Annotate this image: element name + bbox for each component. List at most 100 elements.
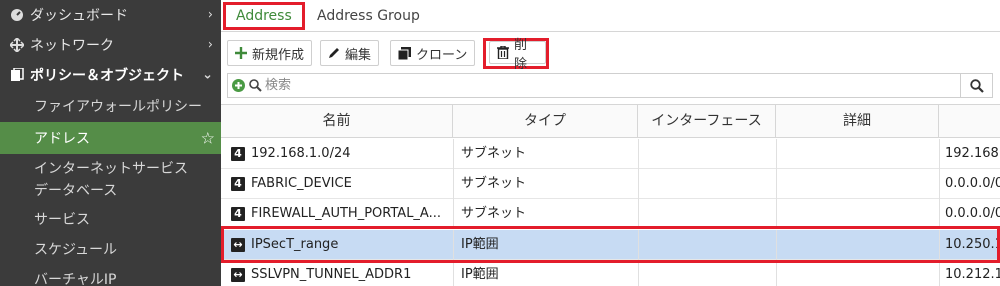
plus-icon — [235, 47, 247, 59]
pencil-icon — [328, 47, 340, 59]
search-bar — [227, 73, 993, 98]
cell-interface — [646, 199, 771, 229]
network-icon — [10, 38, 24, 52]
sidebar-item-firewall-policy[interactable]: ファイアウォールポリシー — [0, 90, 221, 122]
new-button[interactable]: 新規作成 — [227, 40, 313, 66]
clone-icon — [398, 46, 411, 60]
sidebar-item-network[interactable]: ネットワーク › — [0, 30, 221, 60]
column-divider — [453, 230, 454, 260]
sidebar-item-address[interactable]: アドレス ☆ — [0, 122, 221, 154]
cell-interface — [646, 139, 771, 169]
sidebar-item-label: データベース — [34, 183, 118, 199]
tab-bar: Address Address Group — [221, 0, 1000, 32]
toolbar: 新規作成 編集 クローン 削除 — [221, 38, 1000, 72]
column-divider — [638, 139, 639, 169]
sidebar-item-label: インターネットサービス — [34, 161, 188, 177]
column-header-type[interactable]: タイプ — [453, 105, 638, 137]
chevron-right-icon: › — [207, 37, 213, 53]
chevron-down-icon: ⌄ — [202, 67, 213, 83]
cell-type: IP範囲 — [461, 237, 499, 252]
table-row[interactable]: 4 FABRIC_DEVICE サブネット 0.0.0.0/0 — [221, 169, 1000, 199]
star-icon[interactable]: ☆ — [201, 129, 215, 148]
sidebar-item-virtual-ip[interactable]: バーチャルIP — [0, 264, 221, 286]
column-divider — [939, 199, 940, 229]
column-divider — [776, 199, 777, 229]
column-divider — [638, 260, 639, 286]
sidebar-item-internet-service-db[interactable]: データベース — [0, 178, 221, 202]
column-divider — [453, 139, 454, 169]
delete-button[interactable]: 削除 — [489, 38, 546, 72]
clone-button[interactable]: クローン — [390, 40, 476, 66]
sidebar-item-dashboard[interactable]: ダッシュボード › — [0, 0, 221, 30]
table-header: 名前 タイプ インターフェース 詳細 — [221, 104, 1000, 138]
column-divider — [638, 199, 639, 229]
cell-name: SSLVPN_TUNNEL_ADDR1 — [251, 267, 412, 282]
column-divider — [939, 169, 940, 199]
tab-address[interactable]: Address — [223, 2, 305, 30]
cell-value: 0.0.0.0/0 — [945, 206, 1000, 221]
sidebar-item-label: スケジュール — [34, 242, 118, 258]
chevron-right-icon: › — [207, 7, 213, 23]
tab-address-group[interactable]: Address Group — [307, 2, 430, 30]
column-header-value[interactable] — [939, 105, 1000, 137]
ipv4-subnet-icon: 4 — [231, 147, 245, 161]
cell-detail — [784, 199, 934, 229]
sidebar-item-services[interactable]: サービス — [0, 204, 221, 234]
sidebar-item-label: ファイアウォールポリシー — [34, 99, 202, 115]
cell-type: サブネット — [461, 176, 527, 191]
sidebar-item-internet-service[interactable]: インターネットサービス — [0, 156, 221, 180]
cell-interface — [646, 260, 771, 286]
new-button-label: 新規作成 — [252, 47, 305, 63]
table-row[interactable]: ↔ IPSecT_range IP範囲 10.250.1 — [221, 230, 1000, 260]
column-header-detail[interactable]: 詳細 — [776, 105, 939, 137]
edit-button[interactable]: 編集 — [320, 40, 380, 66]
cell-type: サブネット — [461, 206, 527, 221]
dashboard-icon — [10, 8, 24, 22]
edit-button-label: 編集 — [345, 47, 372, 63]
cell-interface — [646, 230, 771, 260]
search-input[interactable] — [265, 74, 960, 97]
add-filter-icon[interactable] — [232, 79, 245, 92]
column-header-interface[interactable]: インターフェース — [638, 105, 776, 137]
ip-range-icon: ↔ — [231, 238, 245, 252]
column-header-name[interactable]: 名前 — [221, 105, 453, 137]
cell-name: 192.168.1.0/24 — [251, 146, 351, 161]
table-row[interactable]: 4 192.168.1.0/24 サブネット 192.168.1 — [221, 139, 1000, 169]
column-divider — [776, 260, 777, 286]
sidebar-item-policy-objects[interactable]: ポリシー＆オブジェクト ⌄ — [0, 60, 221, 90]
cell-value: 0.0.0.0/0 — [945, 176, 1000, 191]
main-content: Address Address Group 新規作成 編集 クローン 削除 検索… — [221, 0, 1000, 286]
trash-icon — [497, 46, 509, 59]
ipv4-subnet-icon: 4 — [231, 177, 245, 191]
column-divider — [453, 169, 454, 199]
table-row[interactable]: ↔ SSLVPN_TUNNEL_ADDR1 IP範囲 10.212.1 — [221, 260, 1000, 286]
table-row[interactable]: 4 FIREWALL_AUTH_PORTAL_A... サブネット 0.0.0.0/0 — [221, 199, 1000, 229]
column-divider — [638, 230, 639, 260]
column-divider — [776, 230, 777, 260]
cell-interface — [646, 169, 771, 199]
clone-button-label: クローン — [416, 47, 468, 63]
delete-button-label: 削除 — [514, 37, 528, 72]
policy-icon — [10, 68, 24, 82]
column-divider — [638, 169, 639, 199]
sidebar-item-label: バーチャルIP — [34, 272, 117, 286]
column-divider — [939, 260, 940, 286]
column-divider — [776, 169, 777, 199]
cell-name: IPSecT_range — [251, 237, 339, 252]
column-divider — [939, 230, 940, 260]
column-divider — [453, 260, 454, 286]
sidebar-item-label: ダッシュボード — [30, 8, 128, 24]
cell-detail — [784, 230, 934, 260]
search-icon — [249, 79, 262, 92]
sidebar: ダッシュボード › ネットワーク › ポリシー＆オブジェクト ⌄ ファイアウォー… — [0, 0, 221, 286]
search-icon — [969, 78, 984, 93]
cell-name: FABRIC_DEVICE — [251, 176, 352, 191]
sidebar-item-schedules[interactable]: スケジュール — [0, 234, 221, 264]
cell-value: 10.250.1 — [945, 237, 1000, 252]
cell-type: サブネット — [461, 146, 527, 161]
column-divider — [453, 199, 454, 229]
ipv4-subnet-icon: 4 — [231, 207, 245, 221]
ip-range-icon: ↔ — [231, 268, 245, 282]
delete-highlight: 削除 — [483, 38, 549, 72]
search-button[interactable] — [960, 74, 992, 97]
